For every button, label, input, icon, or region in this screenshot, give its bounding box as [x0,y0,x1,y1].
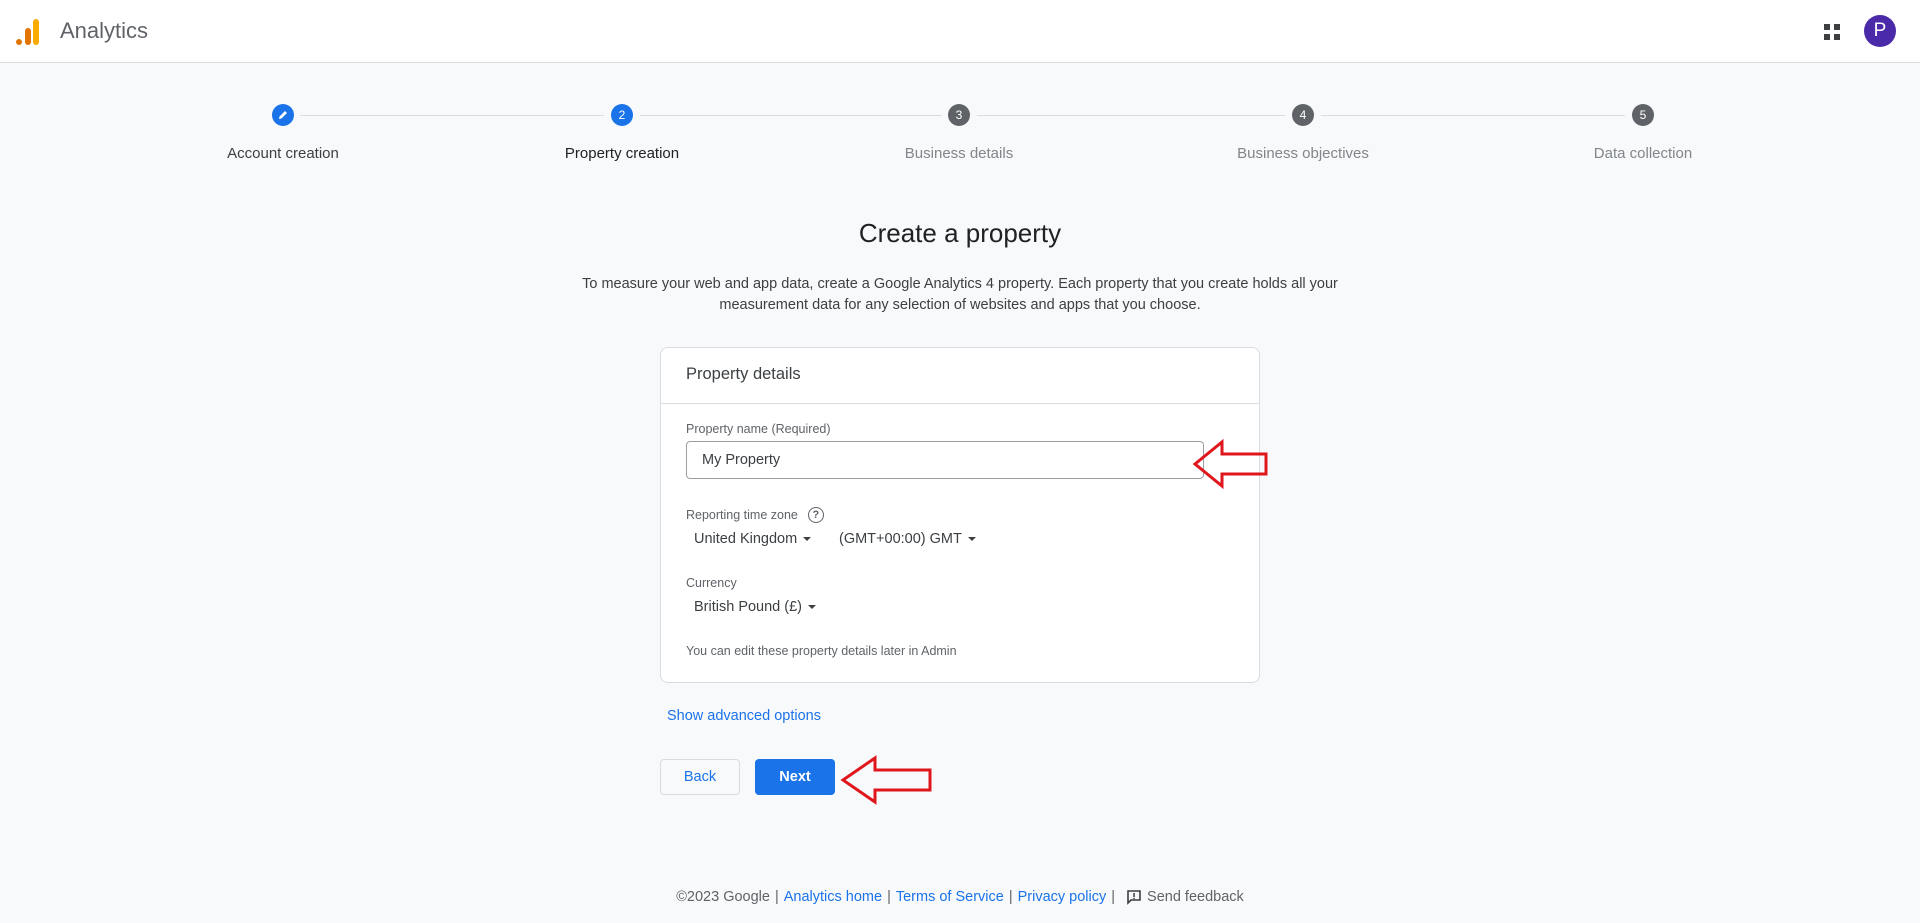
property-name-input[interactable] [686,441,1204,479]
terms-of-service-link[interactable]: Terms of Service [896,889,1004,905]
send-feedback-button[interactable]: Send feedback [1126,889,1244,905]
back-button[interactable]: Back [660,759,740,795]
property-name-label: Property name (Required) [686,422,831,436]
card-title: Property details [686,365,801,383]
separator: | [887,889,891,905]
edit-later-note: You can edit these property details late… [686,644,957,658]
step-connector [300,115,604,116]
top-bar: Analytics P [0,0,1920,63]
separator: | [1008,889,1013,905]
annotation-arrow-icon [840,755,932,805]
help-icon[interactable]: ? [807,507,824,523]
analytics-home-link[interactable]: Analytics home [784,889,882,905]
step-3-label: Business details [904,145,1014,162]
step-connector [977,115,1285,116]
step-5-circle: 5 [1632,104,1654,126]
country-value: United Kingdom [694,531,798,547]
feedback-icon [1127,890,1141,905]
page-description: To measure your web and app data, create… [582,276,1338,313]
footer: ©2023 Google | Analytics home | Terms of… [0,889,1920,905]
property-details-card: Property details Property name (Required… [660,347,1260,683]
timezone-dropdown[interactable]: (GMT+00:00) GMT [839,531,976,547]
currency-label: Currency [686,576,737,590]
caret-down-icon [808,605,816,609]
separator: | [1111,889,1116,905]
country-dropdown[interactable]: United Kingdom [694,531,812,547]
step-3-circle: 3 [948,104,970,126]
page-title: Create a property [858,218,1062,248]
divider [661,403,1259,404]
caret-down-icon [967,537,976,541]
step-2-circle: 2 [611,104,633,126]
app-title: Analytics [60,18,149,43]
separator: | [774,889,779,905]
privacy-policy-link[interactable]: Privacy policy [1018,889,1107,905]
timezone-label: Reporting time zone [686,508,798,522]
show-advanced-options-link[interactable]: Show advanced options [667,708,821,724]
step-1-circle [272,104,294,126]
step-connector [640,115,942,116]
timezone-value: (GMT+00:00) GMT [839,531,962,547]
step-5-label: Data collection [1593,145,1693,162]
annotation-arrow-icon [1192,439,1268,489]
timezone-label-row: Reporting time zone ? [686,507,824,523]
currency-dropdown[interactable]: British Pound (£) [694,599,816,615]
step-4-label: Business objectives [1237,145,1369,162]
send-feedback-label: Send feedback [1147,889,1244,905]
analytics-logo[interactable] [14,18,42,46]
currency-value: British Pound (£) [694,599,802,615]
step-connector [1321,115,1625,116]
copyright: ©2023 Google [676,889,770,905]
step-1-label: Account creation [227,145,339,162]
next-button[interactable]: Next [755,759,835,795]
apps-grid-icon[interactable] [1822,22,1842,42]
caret-down-icon [803,537,812,541]
avatar[interactable]: P [1864,15,1896,47]
pencil-icon [279,111,287,119]
step-2-label: Property creation [564,145,680,162]
step-4-circle: 4 [1292,104,1314,126]
